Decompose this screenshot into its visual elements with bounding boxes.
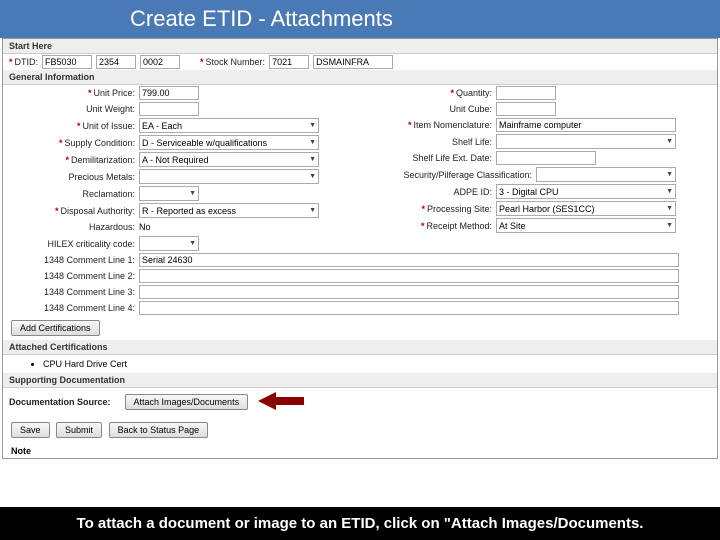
dtid-field-2[interactable] (96, 55, 136, 69)
unit-weight-label: Unit Weight: (9, 104, 139, 114)
save-button[interactable]: Save (11, 422, 50, 438)
dtid-field-3[interactable] (140, 55, 180, 69)
comment2-label: 1348 Comment Line 2: (9, 271, 139, 281)
page-title: Create ETID - Attachments (0, 0, 720, 38)
reclamation-label: Reclamation: (9, 189, 139, 199)
hilex-label: HILEX criticality code: (9, 239, 139, 249)
disposal-authority-select[interactable]: R - Reported as excess▼ (139, 203, 319, 218)
shelf-life-select[interactable]: ▼ (496, 134, 676, 149)
receipt-method-select[interactable]: At Site▼ (496, 218, 676, 233)
demil-label: Demilitarization: (71, 155, 135, 165)
receipt-method-label: Receipt Method: (426, 221, 492, 231)
quantity-field[interactable] (496, 86, 556, 100)
chevron-down-icon: ▼ (309, 156, 316, 163)
supply-condition-select[interactable]: D - Serviceable w/qualifications▼ (139, 135, 319, 150)
shelf-ext-field[interactable] (496, 151, 596, 165)
unit-cube-field[interactable] (496, 102, 556, 116)
comment1-field[interactable] (139, 253, 679, 267)
security-label: Security/Pilferage Classification: (366, 170, 536, 180)
comment1-label: 1348 Comment Line 1: (9, 255, 139, 265)
section-general-info: General Information (3, 70, 717, 85)
unit-issue-select[interactable]: EA - Each▼ (139, 118, 319, 133)
chevron-down-icon: ▼ (309, 122, 316, 129)
form-container: Start Here * DTID: * Stock Number: Gener… (2, 38, 718, 459)
nomenclature-field[interactable] (496, 118, 676, 132)
unit-price-field[interactable] (139, 86, 199, 100)
comment2-field[interactable] (139, 269, 679, 283)
demil-select[interactable]: A - Not Required▼ (139, 152, 319, 167)
stock-number-field-2[interactable] (313, 55, 393, 69)
adpe-label: ADPE ID: (366, 187, 496, 197)
cert-list-item: CPU Hard Drive Cert (43, 359, 717, 369)
back-button[interactable]: Back to Status Page (109, 422, 209, 438)
chevron-down-icon: ▼ (666, 205, 673, 212)
note-label: Note (3, 444, 717, 458)
unit-weight-field[interactable] (139, 102, 199, 116)
chevron-down-icon: ▼ (666, 222, 673, 229)
arrow-left-icon (258, 392, 306, 412)
submit-button[interactable]: Submit (56, 422, 102, 438)
chevron-down-icon: ▼ (189, 190, 196, 197)
hazardous-value: No (139, 222, 151, 232)
processing-site-select[interactable]: Pearl Harbor (SES1CC)▼ (496, 201, 676, 216)
attach-images-documents-button[interactable]: Attach Images/Documents (125, 394, 249, 410)
add-certifications-button[interactable]: Add Certifications (11, 320, 100, 336)
instruction-footer: To attach a document or image to an ETID… (0, 507, 720, 540)
supply-condition-label: Supply Condition: (64, 138, 135, 148)
dtid-label: DTID: (15, 57, 43, 67)
section-attached-certs: Attached Certifications (3, 340, 717, 355)
chevron-down-icon: ▼ (666, 138, 673, 145)
hilex-select[interactable]: ▼ (139, 236, 199, 251)
comment4-label: 1348 Comment Line 4: (9, 303, 139, 313)
dtid-field-1[interactable] (42, 55, 92, 69)
unit-cube-label: Unit Cube: (366, 104, 496, 114)
precious-metals-select[interactable]: ▼ (139, 169, 319, 184)
chevron-down-icon: ▼ (189, 240, 196, 247)
chevron-down-icon: ▼ (309, 207, 316, 214)
unit-issue-label: Unit of Issue: (82, 121, 135, 131)
chevron-down-icon: ▼ (309, 173, 316, 180)
comment3-label: 1348 Comment Line 3: (9, 287, 139, 297)
disposal-authority-label: Disposal Authority: (60, 206, 135, 216)
stock-number-label: Stock Number: (206, 57, 270, 67)
comment3-field[interactable] (139, 285, 679, 299)
comment4-field[interactable] (139, 301, 679, 315)
section-supporting-docs: Supporting Documentation (3, 373, 717, 388)
precious-metals-label: Precious Metals: (9, 172, 139, 182)
processing-site-label: Processing Site: (427, 204, 492, 214)
quantity-label: Quantity: (456, 88, 492, 98)
security-select[interactable]: ▼ (536, 167, 676, 182)
nomenclature-label: Item Nomenclature: (413, 120, 492, 130)
shelf-life-label: Shelf Life: (366, 137, 496, 147)
unit-price-label: Unit Price: (93, 88, 135, 98)
adpe-select[interactable]: 3 - Digital CPU▼ (496, 184, 676, 199)
shelf-ext-label: Shelf Life Ext. Date: (366, 153, 496, 163)
stock-number-field-1[interactable] (269, 55, 309, 69)
section-start-here: Start Here (3, 39, 717, 54)
hazardous-label: Hazardous: (9, 222, 139, 232)
chevron-down-icon: ▼ (309, 139, 316, 146)
chevron-down-icon: ▼ (666, 188, 673, 195)
chevron-down-icon: ▼ (666, 171, 673, 178)
reclamation-select[interactable]: ▼ (139, 186, 199, 201)
doc-source-label: Documentation Source: (9, 397, 115, 407)
